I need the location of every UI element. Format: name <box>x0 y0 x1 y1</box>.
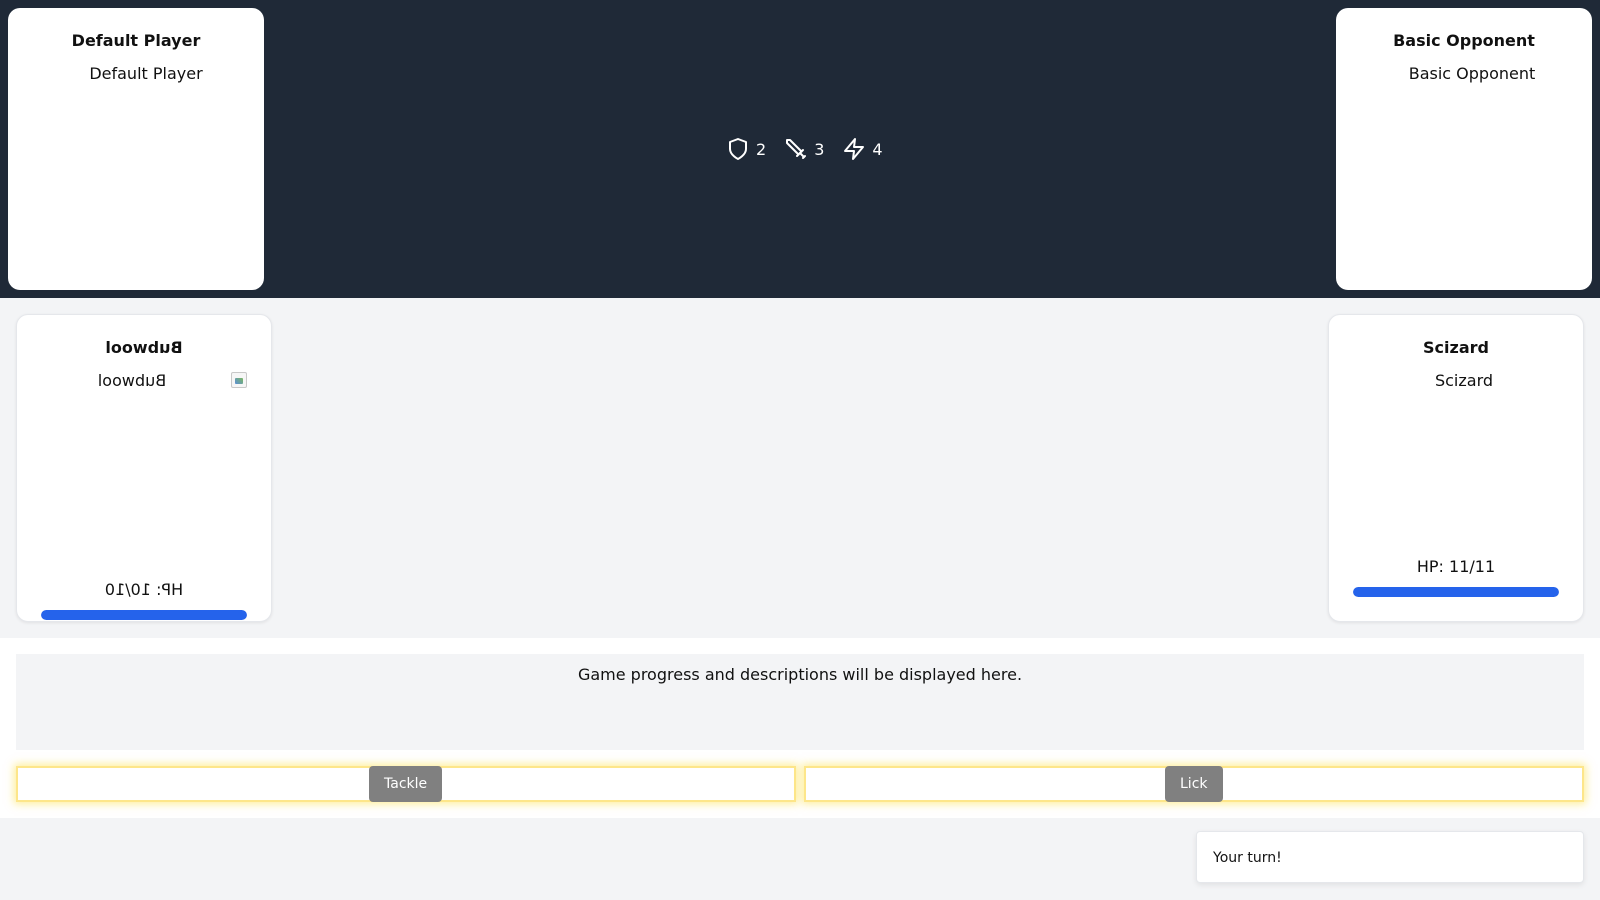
attack-stat: 3 <box>784 137 824 161</box>
player-monster-hp-text: HP: 10/10 <box>104 580 184 599</box>
top-header: Default Player Default Player 2 3 4 Basi… <box>0 0 1600 298</box>
stats-bar: 2 3 4 <box>726 136 883 162</box>
game-log: Game progress and descriptions will be d… <box>16 654 1584 750</box>
shield-icon <box>729 138 747 160</box>
player-monster-mirrored: Bubwool Bubwool HP: 10/10 <box>17 338 271 644</box>
defense-value: 2 <box>756 139 767 159</box>
tackle-button[interactable]: Tackle <box>369 766 443 802</box>
player-image: Default Player <box>8 64 264 88</box>
sword-icon <box>786 139 807 159</box>
player-card: Default Player Default Player <box>8 8 264 290</box>
lightning-icon <box>844 138 865 160</box>
attack-value: 3 <box>814 139 825 159</box>
player-monster-card: Bubwool Bubwool HP: 10/10 <box>16 314 272 622</box>
turn-toast-text: Your turn! <box>1213 850 1282 866</box>
game-log-text: Game progress and descriptions will be d… <box>577 665 1023 684</box>
turn-toast: Your turn! <box>1196 831 1584 883</box>
energy-value: 4 <box>872 139 883 159</box>
player-monster-image: Bubwool <box>17 371 271 395</box>
opponent-monster-hp-fill <box>1353 587 1559 597</box>
player-image-alt: Default Player <box>89 64 203 83</box>
player-monster-hp-bar <box>41 610 247 620</box>
move-slot-2: Lick <box>804 766 1584 802</box>
player-monster-name: Bubwool <box>105 338 183 357</box>
energy-stat: 4 <box>842 137 883 161</box>
opponent-name: Basic Opponent <box>1393 31 1535 50</box>
opponent-image-alt: Basic Opponent <box>1408 64 1536 83</box>
player-name: Default Player <box>71 31 201 50</box>
opponent-monster-hp-bar <box>1353 587 1559 597</box>
opponent-monster-hp-text: HP: 11/11 <box>1416 557 1496 576</box>
move-slot-1: Tackle <box>16 766 796 802</box>
opponent-monster-image-alt: Scizard <box>1434 371 1494 390</box>
defense-stat: 2 <box>726 137 766 161</box>
player-monster-image-alt: Bubwool <box>97 371 167 390</box>
opponent-monster-image: Scizard <box>1329 371 1583 395</box>
player-monster-hp-fill <box>41 610 247 620</box>
opponent-card: Basic Opponent Basic Opponent <box>1336 8 1592 290</box>
opponent-monster-name: Scizard <box>1423 338 1489 357</box>
broken-image-icon <box>231 372 247 388</box>
lick-button[interactable]: Lick <box>1165 766 1223 802</box>
opponent-image: Basic Opponent <box>1336 64 1592 88</box>
opponent-monster-card: Scizard Scizard HP: 11/11 <box>1328 314 1584 622</box>
